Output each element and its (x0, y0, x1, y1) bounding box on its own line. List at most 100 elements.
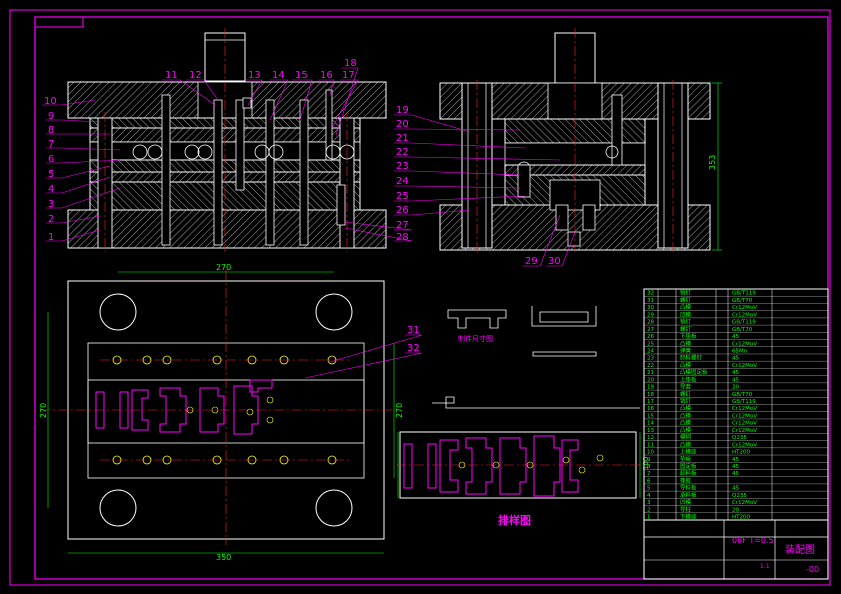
bom-cell: 45 (732, 457, 739, 463)
balloon-8: 8 (48, 125, 54, 136)
balloon-group-left: 1 2 3 4 5 6 7 8 9 10 (44, 96, 57, 243)
bom-cell: 橡胶 (680, 476, 692, 484)
bom-cell: 3 (647, 500, 651, 506)
bom-cell: 10 (647, 450, 654, 456)
bom-cell: 21 (647, 370, 654, 376)
bom-cell: 凸模 (680, 404, 692, 412)
bom-cell: GB/T70 (732, 392, 753, 398)
bom-cell: 7 (647, 471, 651, 477)
bom-cell: 凸模 (680, 440, 692, 448)
bom-cell: 螺钉 (680, 325, 692, 333)
bom-cell: Cr12MoV (732, 341, 757, 347)
balloon-20: 20 (396, 119, 409, 130)
bom-cell: 6 (647, 478, 651, 484)
bom-cell: 12 (647, 435, 654, 441)
bom-cell: 下垫板 (680, 332, 697, 340)
bom-cell: Cr12MoV (732, 312, 757, 318)
bom-cell: 28 (647, 320, 654, 326)
bom-cell: 5 (647, 486, 651, 492)
bom-cell: GB/T70 (732, 327, 753, 333)
part-detail-views (432, 306, 640, 409)
dim-section-height: 353 (708, 155, 717, 170)
strip-layout-title: 排样图 (498, 513, 531, 527)
front-section-view (67, 28, 387, 252)
bom-cell: 25 (647, 341, 654, 347)
balloon-10: 10 (44, 96, 57, 107)
bom-cell: 2 (647, 507, 651, 513)
bom-cell: 导料板 (680, 484, 697, 492)
bom-cell: 上模座 (680, 448, 697, 456)
bom-cell: 23 (647, 356, 654, 362)
bom-cell: 20 (732, 385, 739, 391)
bom-cell: 垫板 (680, 455, 692, 463)
bom-cell: Cr12MoV (732, 305, 757, 311)
balloon-13: 13 (248, 70, 261, 81)
balloon-30: 30 (548, 256, 561, 267)
balloon-23: 23 (396, 161, 409, 172)
bom-cell: 15 (647, 413, 654, 419)
strip-layout (396, 431, 645, 499)
bom-cell: 凸模 (680, 411, 692, 419)
bom-cell: Cr12MoV (732, 421, 757, 427)
bom-cell: 32 (647, 291, 654, 297)
balloon-group-top: 11 12 13 14 15 16 17 18 (165, 58, 357, 81)
bom-cell: 承料板 (680, 491, 697, 499)
bom-cell: 65Mn (732, 348, 748, 354)
balloon-3: 3 (48, 199, 54, 210)
balloon-2: 2 (48, 214, 54, 225)
bom-cell: 31 (647, 298, 654, 304)
bom-cell: 凸模固定板 (680, 368, 708, 376)
bom-cell: Cr12MoV (732, 413, 757, 419)
dim-plan-left: 270 (39, 403, 48, 418)
bom-cell: 导柱 (680, 505, 692, 513)
balloon-1: 1 (48, 232, 54, 243)
bom-cell: GB/T70 (732, 298, 753, 304)
bom-cell: 螺钉 (680, 390, 692, 398)
bom-cell: 19 (647, 385, 654, 391)
balloon-15: 15 (295, 70, 308, 81)
bom-cell: 卸料板 (680, 469, 697, 477)
bom-cell: 凸模 (680, 339, 692, 347)
bom-cell: Q235 (732, 493, 747, 499)
bom-cell: 凸模 (680, 419, 692, 427)
dim-plan-right: 270 (395, 403, 404, 418)
balloon-16: 16 (320, 70, 333, 81)
bom-cell: Q235 (732, 435, 747, 441)
balloon-5: 5 (48, 169, 54, 180)
bom-cell: Cr12MoV (732, 500, 757, 506)
part-label-1: 制件尺寸图 (458, 334, 493, 343)
bom-cell: 上垫板 (680, 375, 697, 383)
balloon-6: 6 (48, 154, 54, 165)
bom-table: 32 销钉 GB/T11931 螺钉 GB/T7030 凸模 Cr12MoV29 凹模 Cr12… (643, 288, 829, 521)
balloon-9: 9 (48, 111, 54, 122)
bom-cell: Cr12MoV (732, 363, 757, 369)
balloon-21: 21 (396, 133, 409, 144)
tolerance-note: 08F T=0.5 (732, 536, 774, 545)
bom-cell: 凸模 (680, 361, 692, 369)
leaders-plan (304, 334, 423, 379)
bom-cell: 凹模 (680, 498, 692, 506)
balloon-25: 25 (396, 191, 409, 202)
balloon-4: 4 (48, 184, 54, 195)
balloon-11: 11 (165, 70, 178, 81)
bom-cell: HT200 (732, 450, 750, 456)
drawing-title: 装配图 (785, 543, 815, 556)
bom-cell: 45 (732, 464, 739, 470)
bom-cell: 下模座 (680, 513, 697, 521)
bom-cell: Cr12MoV (732, 428, 757, 434)
bom-cell: 45 (732, 356, 739, 362)
balloon-32: 32 (407, 343, 420, 354)
bom-cell: 45 (732, 370, 739, 376)
bom-cell: 销钉 (680, 397, 692, 405)
bom-cell: Cr12MoV (732, 406, 757, 412)
balloon-12: 12 (189, 70, 202, 81)
bom-cell: 18 (647, 392, 654, 398)
bom-cell: 45 (732, 486, 739, 492)
bom-cell: 24 (647, 348, 654, 354)
bom-cell: 13 (647, 428, 654, 434)
assembly-drawing-canvas: 1 2 3 4 5 6 7 8 9 10 11 12 13 14 15 16 1… (9, 9, 831, 586)
bom-cell: 20 (732, 507, 739, 513)
scale-note: 1:1 (760, 563, 770, 570)
dim-plan-top: 270 (216, 263, 231, 272)
balloon-31: 31 (407, 325, 420, 336)
